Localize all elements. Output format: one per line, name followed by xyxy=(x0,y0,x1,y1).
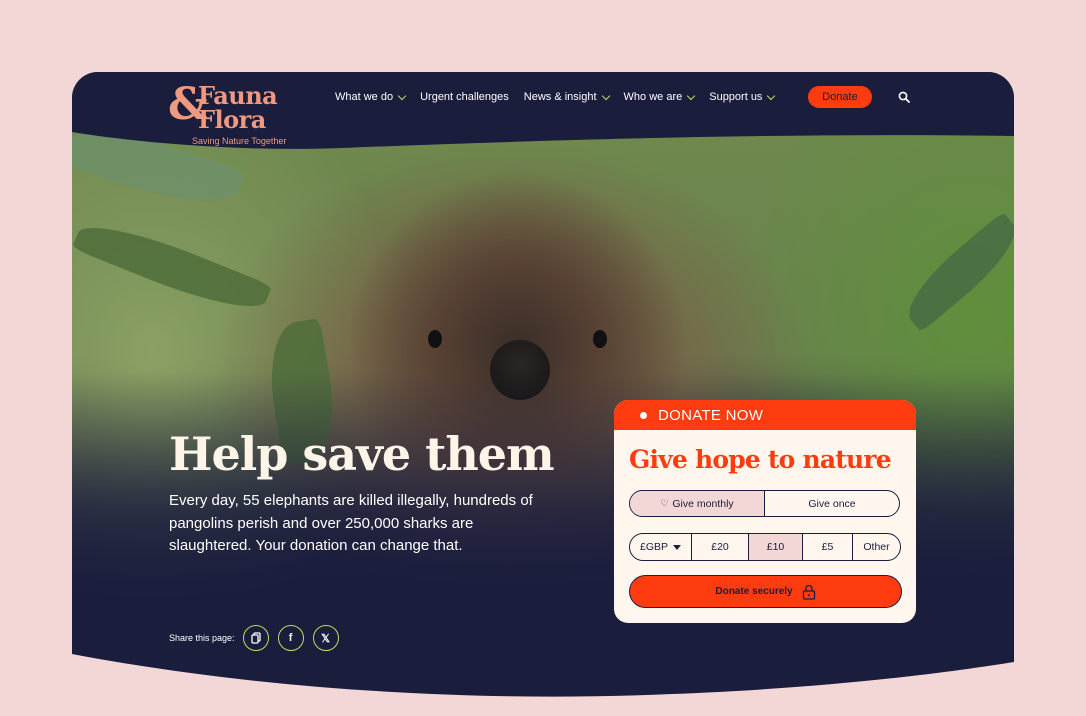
nav-item-label: Urgent challenges xyxy=(420,91,509,103)
donate-button[interactable]: Donate xyxy=(808,86,872,108)
give-monthly-label: Give monthly xyxy=(672,497,734,510)
currency-label: £GBP xyxy=(639,541,668,553)
amount-label: £10 xyxy=(766,541,785,553)
chevron-down-icon xyxy=(767,91,776,100)
nav-item-label: Support us xyxy=(709,91,763,103)
chevron-down-icon xyxy=(397,91,407,100)
bullet-dot-icon xyxy=(640,411,647,419)
search-icon[interactable] xyxy=(898,91,910,103)
bottom-curve xyxy=(72,654,1014,698)
amount-label: £20 xyxy=(711,541,729,553)
nav-item-label: Who we are xyxy=(623,91,683,103)
amount-option-5[interactable]: £5 xyxy=(803,534,853,560)
nav-item-label: News & insight xyxy=(523,91,597,103)
nav-item-label: What we do xyxy=(335,91,394,103)
donate-securely-button[interactable]: Donate securely xyxy=(629,575,902,608)
chevron-down-icon xyxy=(686,91,696,100)
nav-item-news-insight[interactable]: News & insight xyxy=(523,88,610,106)
currency-select[interactable]: £GBP xyxy=(630,534,692,560)
nav-item-who-we-are[interactable]: Who we are xyxy=(623,88,696,106)
fauna-flora-logo[interactable]: & Fauna Flora Saving Nature Together xyxy=(168,82,292,148)
nav-item-support-us[interactable]: Support us xyxy=(709,88,776,106)
nav-item-what-we-do[interactable]: What we do xyxy=(335,88,407,106)
give-monthly-option[interactable]: ♡ Give monthly xyxy=(630,491,765,516)
donate-now-label: DONATE NOW xyxy=(658,406,764,424)
donation-title: Give hope to nature xyxy=(629,445,892,474)
give-once-label: Give once xyxy=(808,497,856,510)
caret-down-icon xyxy=(673,544,681,550)
amount-label: Other xyxy=(863,541,890,553)
main-nav: What we do Urgent challenges News & insi… xyxy=(335,88,789,106)
amount-option-20[interactable]: £20 xyxy=(692,534,749,560)
donation-card: DONATE NOW Give hope to nature ♡ Give mo… xyxy=(614,400,916,623)
logo-tagline: Saving Nature Together xyxy=(192,136,287,146)
frequency-toggle: ♡ Give monthly Give once xyxy=(629,490,900,517)
heart-icon: ♡ xyxy=(660,498,669,508)
chevron-down-icon xyxy=(601,91,610,100)
logo-word-flora: Flora xyxy=(198,105,266,134)
amount-label: £5 xyxy=(821,541,834,553)
donate-now-banner: DONATE NOW xyxy=(614,400,916,430)
hero-subcopy: Every day, 55 elephants are killed illeg… xyxy=(169,492,533,554)
give-once-option[interactable]: Give once xyxy=(765,491,899,516)
lock-icon xyxy=(802,584,815,600)
donate-securely-label: Donate securely xyxy=(715,586,793,597)
amount-selector: £GBP £20 £10 £5 Other xyxy=(629,533,901,561)
amount-option-other[interactable]: Other xyxy=(853,534,900,560)
nav-item-urgent-challenges[interactable]: Urgent challenges xyxy=(420,88,509,106)
hero-headline: Help save them xyxy=(169,427,555,481)
amount-option-10[interactable]: £10 xyxy=(749,534,803,560)
